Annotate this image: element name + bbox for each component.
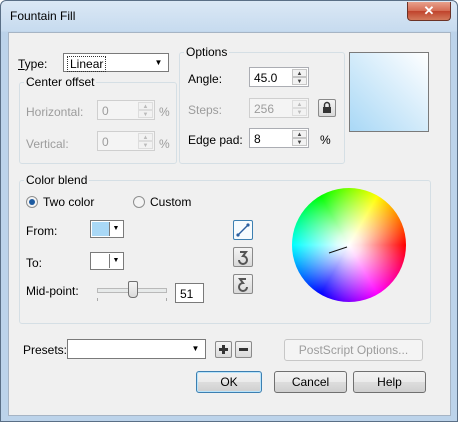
steps-field[interactable]: 256 ▲ ▼ [249,98,309,118]
spin-down-icon[interactable]: ▼ [138,141,153,149]
spin-up-icon[interactable]: ▲ [292,100,307,108]
edge-pad-field[interactable]: 8 ▲ ▼ [249,128,309,148]
edge-pad-label: Edge pad: [188,133,243,147]
ok-button[interactable]: OK [196,371,262,393]
counterclockwise-blend-button[interactable] [233,247,253,267]
spin-up-icon[interactable]: ▲ [138,133,153,141]
direct-blend-button[interactable] [233,220,253,240]
center-offset-label: Center offset [24,75,97,89]
to-color-picker[interactable]: ▼ [90,252,124,270]
to-color-swatch [92,254,109,268]
presets-label: Presets: [23,343,68,357]
midpoint-field[interactable]: 51 [175,283,204,303]
remove-preset-button[interactable] [235,341,252,358]
midpoint-label: Mid-point: [26,284,79,298]
radio-selected-dot [29,199,35,205]
add-preset-icon [219,345,228,354]
horizontal-unit: % [159,105,170,119]
options-label: Options [184,45,230,59]
two-color-label[interactable]: Two color [43,195,94,209]
remove-preset-icon [239,348,248,351]
direct-blend-icon [236,223,250,237]
angle-value: 45.0 [254,71,278,85]
edge-pad-unit: % [320,133,331,147]
type-select-value: Linear [67,56,107,72]
horizontal-label: Horizontal: [26,105,84,119]
spin-up-icon[interactable]: ▲ [292,130,307,138]
spin-down-icon[interactable]: ▼ [138,110,153,118]
steps-value: 256 [254,102,275,116]
edge-pad-value: 8 [254,132,261,146]
midpoint-value: 51 [180,287,194,301]
vertical-label: Vertical: [26,137,69,151]
cancel-button[interactable]: Cancel [274,371,347,393]
steps-label: Steps: [188,103,223,117]
horizontal-value: 0 [102,104,109,118]
help-button[interactable]: Help [353,371,426,393]
dropdown-arrow-icon: ▼ [109,222,122,236]
spin-down-icon[interactable]: ▼ [292,138,307,146]
clockwise-blend-button[interactable] [233,274,253,294]
center-offset-group: Center offset [19,75,177,164]
title-bar[interactable]: Fountain Fill ✕ [1,1,457,32]
blend-path-indicator [328,246,348,254]
slider-ticks [97,298,167,301]
color-blend-label: Color blend [24,173,90,187]
horizontal-field[interactable]: 0 ▲ ▼ [97,100,155,120]
type-select[interactable]: Linear ▼ [63,53,169,72]
presets-combo[interactable]: ▼ [67,339,206,359]
to-label: To: [26,256,43,270]
vertical-unit: % [159,137,170,151]
steps-lock-button[interactable] [318,99,336,117]
angle-field[interactable]: 45.0 ▲ ▼ [249,67,309,87]
dropdown-arrow-icon: ▼ [109,254,122,268]
from-label: From: [26,224,58,238]
angle-label: Angle: [188,72,223,86]
add-preset-button[interactable] [215,341,232,358]
spin-down-icon[interactable]: ▼ [292,108,307,116]
chevron-down-icon: ▼ [154,58,163,67]
spin-up-icon[interactable]: ▲ [138,102,153,110]
vertical-value: 0 [102,135,109,149]
midpoint-slider-thumb[interactable] [127,281,138,298]
fountain-fill-window: Fountain Fill ✕ Type: Linear ▼ Center of… [0,0,458,422]
spin-down-icon[interactable]: ▼ [292,77,307,85]
custom-label[interactable]: Custom [150,195,191,209]
spin-up-icon[interactable]: ▲ [292,69,307,77]
fill-preview [349,52,429,132]
close-button[interactable]: ✕ [407,2,451,21]
custom-radio[interactable] [133,196,145,208]
clockwise-blend-icon [238,278,248,292]
dialog-client: Type: Linear ▼ Center offset Horizontal:… [8,32,451,416]
color-wheel[interactable] [292,188,406,302]
window-title: Fountain Fill [10,9,76,23]
from-color-picker[interactable]: ▼ [90,220,124,238]
lock-icon [323,101,331,113]
chevron-down-icon: ▼ [191,344,200,353]
close-icon: ✕ [423,3,435,18]
two-color-radio[interactable] [26,196,38,208]
vertical-field[interactable]: 0 ▲ ▼ [97,131,155,151]
type-label: Type: [18,57,48,71]
counterclockwise-blend-icon [238,251,248,265]
postscript-options-button[interactable]: PostScript Options... [284,339,423,361]
from-color-swatch [92,222,109,236]
